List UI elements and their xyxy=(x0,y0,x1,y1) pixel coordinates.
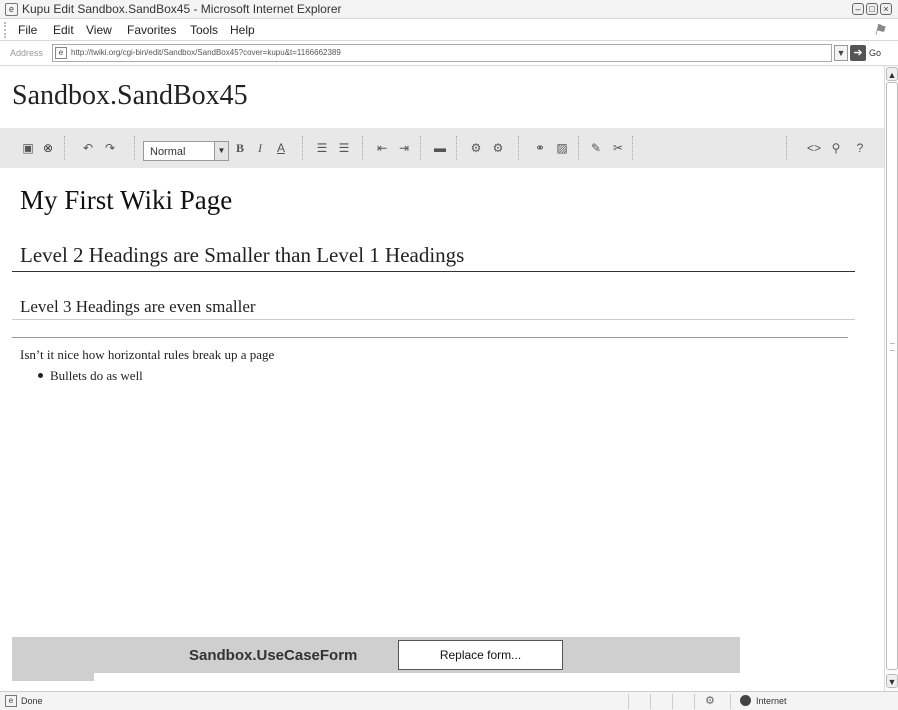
toolbar-separator xyxy=(632,136,633,160)
status-panel-divider xyxy=(628,694,629,709)
horizontal-rule xyxy=(12,337,848,338)
minimize-button[interactable]: – xyxy=(852,3,864,15)
form-bar: Sandbox.UseCaseForm Replace form... xyxy=(12,637,740,681)
vertical-scrollbar[interactable]: ▲ ▼ xyxy=(884,66,898,691)
editor-toolbar: ▣ ⊗ ↶ ↷ Normal ▼ B I A ☰ ☰ ⇤ ⇥ ▬ ⚙ ⚙ ⚭ ▨… xyxy=(0,128,884,168)
status-panel-divider xyxy=(694,694,695,709)
cancel-icon[interactable]: ⊗ xyxy=(40,140,56,156)
form-icon[interactable]: ✎ xyxy=(588,140,604,156)
replace-form-button[interactable]: Replace form... xyxy=(398,640,563,670)
status-panel-divider xyxy=(650,694,651,709)
windows-logo-icon: ⚑ xyxy=(872,22,886,39)
menu-view[interactable]: View xyxy=(86,23,112,37)
outdent-icon[interactable]: ⇤ xyxy=(374,140,390,156)
status-panel-divider xyxy=(672,694,673,709)
go-button-label[interactable]: Go xyxy=(869,48,881,58)
network-icon: ⚙ xyxy=(705,695,715,707)
bullet-list-icon[interactable]: ☰ xyxy=(336,140,352,156)
menu-favorites[interactable]: Favorites xyxy=(127,23,176,37)
indent-icon[interactable]: ⇥ xyxy=(396,140,412,156)
help-icon[interactable]: ? xyxy=(852,140,868,156)
status-panel-divider xyxy=(730,694,731,709)
document-paragraph[interactable]: Isn’t it nice how horizontal rules break… xyxy=(20,347,274,363)
heading-2-underline xyxy=(12,271,855,272)
menu-edit[interactable]: Edit xyxy=(53,23,74,37)
zoom-icon[interactable]: ⚲ xyxy=(828,140,844,156)
scroll-grip xyxy=(890,343,895,351)
image-icon[interactable]: ⚙ xyxy=(468,140,484,156)
scroll-up-icon[interactable]: ▲ xyxy=(886,67,898,81)
text-color-icon[interactable]: A xyxy=(273,140,289,156)
heading-3-underline xyxy=(12,319,855,320)
document-heading-1[interactable]: My First Wiki Page xyxy=(20,185,232,216)
insert-image-icon[interactable]: ▨ xyxy=(554,140,570,156)
toolbar-separator xyxy=(420,136,421,160)
window-title: Kupu Edit Sandbox.SandBox45 - Microsoft … xyxy=(22,2,342,16)
scroll-down-icon[interactable]: ▼ xyxy=(886,674,898,688)
address-url[interactable]: http://twiki.org/cgi-bin/edit/Sandbox/Sa… xyxy=(71,48,341,57)
paragraph-style-select[interactable]: Normal ▼ xyxy=(143,141,229,161)
address-label: Address xyxy=(10,48,44,58)
menu-help[interactable]: Help xyxy=(230,23,255,37)
page-title: Sandbox.SandBox45 xyxy=(12,80,248,111)
address-dropdown-button[interactable]: ▼ xyxy=(834,45,848,61)
save-icon[interactable]: ▣ xyxy=(20,140,36,156)
address-input[interactable]: e http://twiki.org/cgi-bin/edit/Sandbox/… xyxy=(52,44,832,62)
toolbar-separator xyxy=(518,136,519,160)
toolbar-separator xyxy=(786,136,787,160)
table-icon[interactable]: ▬ xyxy=(432,140,448,156)
toolbar-grip[interactable] xyxy=(4,22,6,38)
chevron-down-icon[interactable]: ▼ xyxy=(214,142,228,160)
address-bar: Address e http://twiki.org/cgi-bin/edit/… xyxy=(0,41,898,66)
anchor-icon[interactable]: ✂ xyxy=(610,140,626,156)
menu-file[interactable]: File xyxy=(18,23,37,37)
attach-icon[interactable]: ⚙ xyxy=(490,140,506,156)
document-heading-2[interactable]: Level 2 Headings are Smaller than Level … xyxy=(20,243,464,268)
toolbar-separator xyxy=(134,136,135,160)
form-name: Sandbox.UseCaseForm xyxy=(189,647,358,664)
redo-icon[interactable]: ↷ xyxy=(102,140,118,156)
list-item[interactable]: Bullets do as well xyxy=(38,368,143,384)
toolbar-separator xyxy=(578,136,579,160)
list-item-text: Bullets do as well xyxy=(50,368,143,383)
title-bar: e Kupu Edit Sandbox.SandBox45 - Microsof… xyxy=(0,0,898,19)
menu-tools[interactable]: Tools xyxy=(190,23,218,37)
bullet-icon xyxy=(38,373,43,378)
menu-bar: File Edit View Favorites Tools Help ⚑ xyxy=(0,19,898,41)
go-arrow-icon[interactable]: ➔ xyxy=(850,45,866,61)
paragraph-style-value: Normal xyxy=(150,146,186,158)
numbered-list-icon[interactable]: ☰ xyxy=(314,140,330,156)
maximize-button[interactable]: □ xyxy=(866,3,878,15)
bold-icon[interactable]: B xyxy=(232,140,248,156)
toolbar-separator xyxy=(456,136,457,160)
status-bar: e Done ⚙ Internet xyxy=(0,691,898,710)
page-done-icon: e xyxy=(5,695,17,707)
toolbar-separator xyxy=(302,136,303,160)
ie-app-icon[interactable]: e xyxy=(5,3,18,16)
page-viewport: Sandbox.SandBox45 ▣ ⊗ ↶ ↷ Normal ▼ B I A… xyxy=(0,66,884,691)
scroll-thumb[interactable] xyxy=(886,82,898,670)
link-icon[interactable]: ⚭ xyxy=(532,140,548,156)
toolbar-separator xyxy=(362,136,363,160)
italic-icon[interactable]: I xyxy=(252,140,268,156)
globe-icon xyxy=(740,695,751,706)
security-zone: Internet xyxy=(756,696,787,706)
status-text: Done xyxy=(21,696,43,706)
undo-icon[interactable]: ↶ xyxy=(80,140,96,156)
form-bar-strip xyxy=(94,673,740,681)
document-heading-3[interactable]: Level 3 Headings are even smaller xyxy=(20,297,256,317)
page-icon: e xyxy=(55,47,67,59)
toolbar-separator xyxy=(64,136,65,160)
source-icon[interactable]: <> xyxy=(806,140,822,156)
close-button[interactable]: × xyxy=(880,3,892,15)
